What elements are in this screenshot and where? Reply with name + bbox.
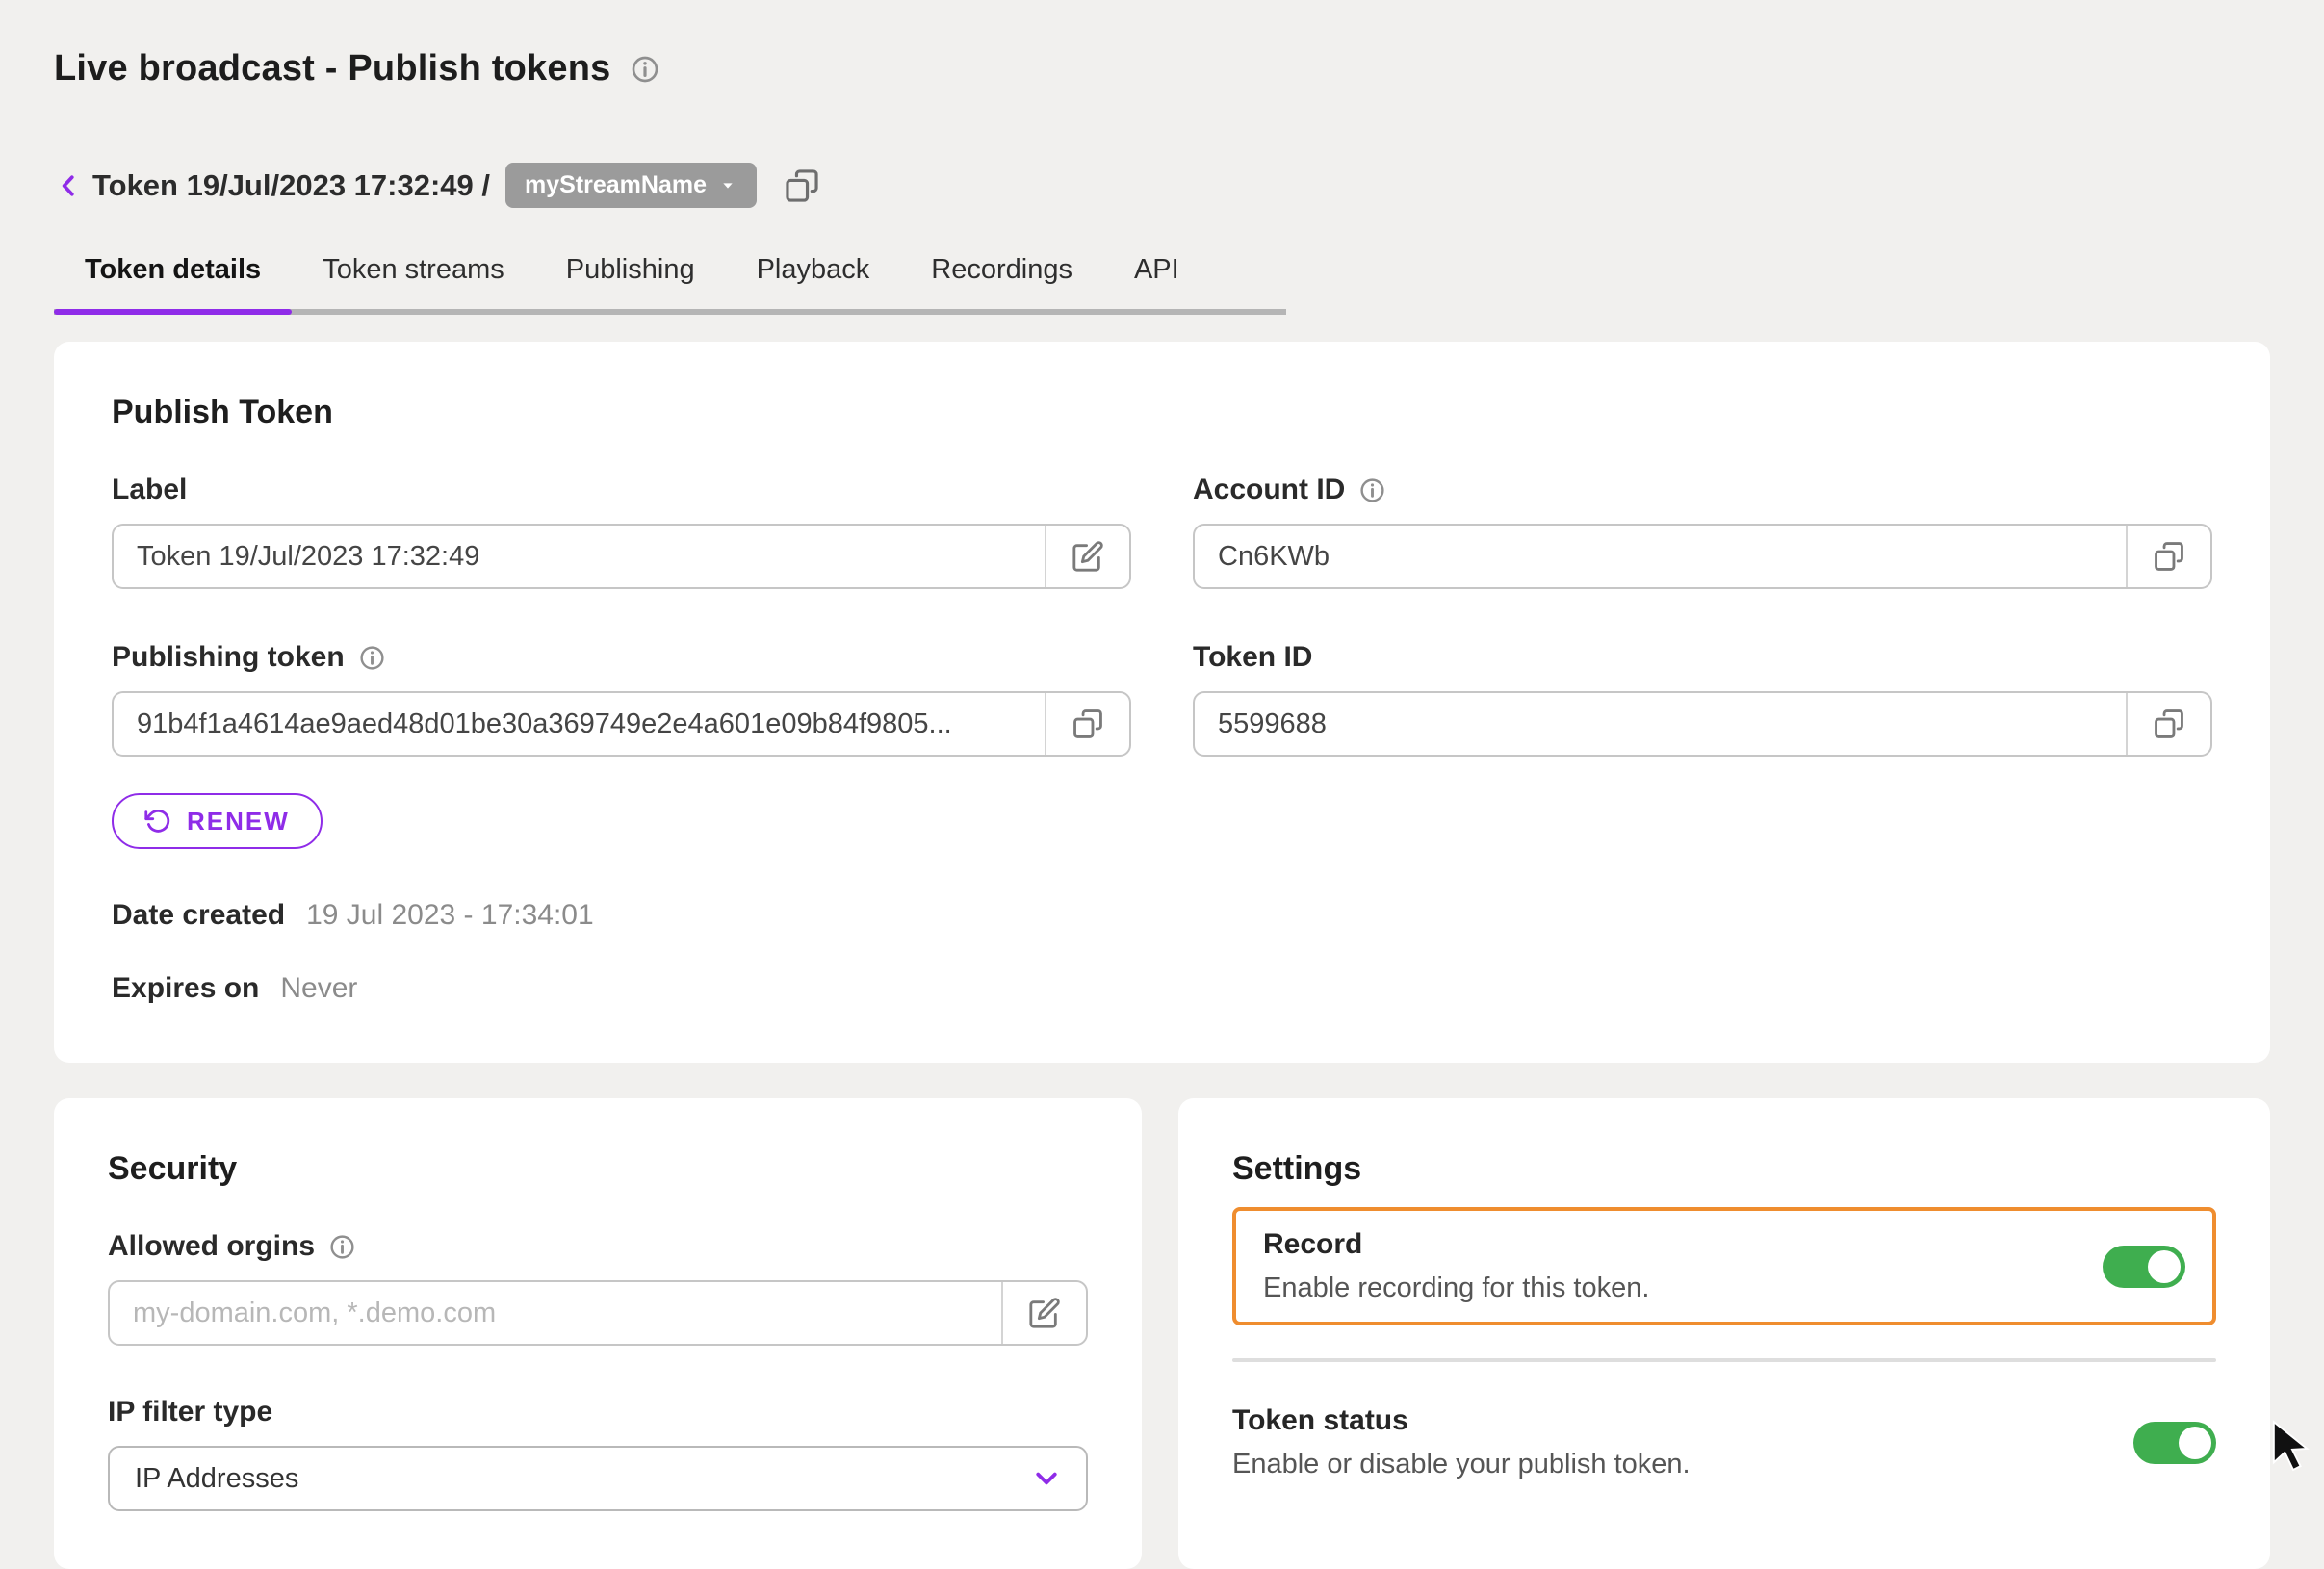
expires-on-value: Never bbox=[280, 972, 357, 1005]
settings-heading: Settings bbox=[1232, 1150, 2216, 1188]
page-header: Live broadcast - Publish tokens bbox=[54, 48, 2270, 90]
token-status-toggle[interactable] bbox=[2133, 1422, 2216, 1464]
ip-filter-field: IP filter type IP Addresses bbox=[108, 1396, 1088, 1511]
expires-on-row: Expires on Never bbox=[112, 972, 2212, 1005]
tab-api[interactable]: API bbox=[1103, 254, 1210, 309]
tab-token-streams[interactable]: Token streams bbox=[292, 254, 535, 309]
date-created-row: Date created 19 Jul 2023 - 17:34:01 bbox=[112, 899, 2212, 932]
edit-icon bbox=[1028, 1297, 1061, 1329]
publishing-token-input[interactable] bbox=[114, 693, 1045, 755]
stream-name-label: myStreamName bbox=[525, 171, 707, 199]
copy-account-id-button[interactable] bbox=[2126, 526, 2210, 587]
record-toggle[interactable] bbox=[2103, 1246, 2185, 1288]
copy-icon bbox=[784, 167, 820, 204]
allowed-origins-field: Allowed orgins bbox=[108, 1230, 1088, 1346]
bottom-cards-row: Security Allowed orgins IP filter type bbox=[54, 1098, 2270, 1569]
breadcrumb-back-link[interactable]: Token 19/Jul/2023 17:32:49 / bbox=[54, 168, 490, 203]
record-setting-text: Record Enable recording for this token. bbox=[1263, 1228, 1649, 1304]
account-id-input[interactable] bbox=[1195, 526, 2126, 587]
ip-filter-selected-value: IP Addresses bbox=[135, 1463, 298, 1495]
ip-filter-select[interactable]: IP Addresses bbox=[108, 1446, 1088, 1511]
tab-recordings[interactable]: Recordings bbox=[900, 254, 1103, 309]
copy-icon bbox=[1072, 707, 1104, 740]
copy-token-id-button[interactable] bbox=[2126, 693, 2210, 755]
token-id-input[interactable] bbox=[1195, 693, 2126, 755]
token-status-label: Token status bbox=[1232, 1404, 1691, 1437]
label-field: Label bbox=[112, 474, 1131, 589]
token-status-description: Enable or disable your publish token. bbox=[1232, 1449, 1691, 1480]
edit-allowed-origins-button[interactable] bbox=[1001, 1282, 1086, 1344]
chevron-left-icon bbox=[54, 171, 83, 200]
publish-token-fields: Label Account ID bbox=[112, 474, 2212, 757]
record-description: Enable recording for this token. bbox=[1263, 1273, 1649, 1304]
publishing-token-info-icon[interactable] bbox=[358, 644, 386, 672]
date-created-label: Date created bbox=[112, 899, 285, 932]
edit-icon bbox=[1072, 540, 1104, 573]
label-field-label: Label bbox=[112, 474, 187, 506]
settings-divider bbox=[1232, 1358, 2216, 1362]
account-id-info-icon[interactable] bbox=[1358, 476, 1386, 504]
settings-card: Settings Record Enable recording for thi… bbox=[1178, 1098, 2270, 1569]
publishing-token-label: Publishing token bbox=[112, 641, 345, 674]
breadcrumb: Token 19/Jul/2023 17:32:49 / myStreamNam… bbox=[54, 163, 2270, 208]
copy-stream-name-button[interactable] bbox=[784, 167, 820, 204]
breadcrumb-token-label: Token 19/Jul/2023 17:32:49 / bbox=[92, 168, 490, 203]
caret-down-icon bbox=[718, 178, 737, 193]
token-id-input-wrap bbox=[1193, 691, 2212, 757]
chevron-down-icon bbox=[1032, 1464, 1061, 1493]
token-id-label: Token ID bbox=[1193, 641, 1312, 674]
account-id-label: Account ID bbox=[1193, 474, 1345, 506]
record-setting-highlight: Record Enable recording for this token. bbox=[1232, 1207, 2216, 1325]
token-id-field: Token ID bbox=[1193, 641, 2212, 757]
record-label: Record bbox=[1263, 1228, 1649, 1261]
copy-icon bbox=[2153, 540, 2185, 573]
page-title: Live broadcast - Publish tokens bbox=[54, 48, 610, 90]
mouse-cursor bbox=[2270, 1419, 2314, 1477]
expires-on-label: Expires on bbox=[112, 972, 259, 1005]
copy-publishing-token-button[interactable] bbox=[1045, 693, 1129, 755]
account-id-field: Account ID bbox=[1193, 474, 2212, 589]
ip-filter-label: IP filter type bbox=[108, 1396, 272, 1428]
allowed-origins-info-icon[interactable] bbox=[328, 1233, 356, 1261]
renew-icon bbox=[144, 808, 171, 835]
publishing-token-input-wrap bbox=[112, 691, 1131, 757]
page-title-info-icon[interactable] bbox=[630, 54, 660, 85]
allowed-origins-input-wrap bbox=[108, 1280, 1088, 1346]
allowed-origins-input[interactable] bbox=[110, 1282, 1001, 1344]
publish-token-page: Live broadcast - Publish tokens Token 19… bbox=[0, 0, 2324, 1569]
publish-token-heading: Publish Token bbox=[112, 394, 2212, 431]
publish-token-card: Publish Token Label Account ID bbox=[54, 342, 2270, 1063]
token-tabs: Token details Token streams Publishing P… bbox=[54, 254, 1286, 315]
token-status-text: Token status Enable or disable your publ… bbox=[1232, 1404, 1691, 1480]
account-id-input-wrap bbox=[1193, 524, 2212, 589]
renew-button-label: RENEW bbox=[187, 807, 290, 836]
stream-name-dropdown[interactable]: myStreamName bbox=[505, 163, 757, 208]
copy-icon bbox=[2153, 707, 2185, 740]
label-input[interactable] bbox=[114, 526, 1045, 587]
allowed-origins-label: Allowed orgins bbox=[108, 1230, 315, 1263]
tab-publishing[interactable]: Publishing bbox=[535, 254, 726, 309]
label-input-wrap bbox=[112, 524, 1131, 589]
publishing-token-field: Publishing token bbox=[112, 641, 1131, 757]
security-card: Security Allowed orgins IP filter type bbox=[54, 1098, 1142, 1569]
date-created-value: 19 Jul 2023 - 17:34:01 bbox=[306, 899, 594, 932]
security-heading: Security bbox=[108, 1150, 1088, 1188]
tab-playback[interactable]: Playback bbox=[726, 254, 901, 309]
tab-token-details[interactable]: Token details bbox=[54, 254, 292, 309]
token-status-setting: Token status Enable or disable your publ… bbox=[1232, 1404, 2216, 1480]
renew-button[interactable]: RENEW bbox=[112, 793, 323, 849]
edit-label-button[interactable] bbox=[1045, 526, 1129, 587]
